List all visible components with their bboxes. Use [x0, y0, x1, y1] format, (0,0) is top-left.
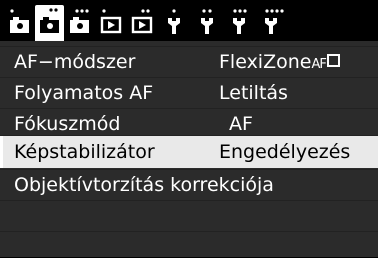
- menu-panel: AF−módszer FlexiZoneAF Folyamatos AF Let…: [0, 41, 378, 257]
- menu-item-value: AF: [229, 113, 253, 135]
- wrench-setup-icon: [168, 9, 180, 34]
- tab-setup-4[interactable]: [262, 6, 286, 40]
- tab-setup-1[interactable]: [165, 6, 185, 40]
- wrench-setup-icon: [233, 9, 247, 34]
- menu-item-value: Letiltás: [219, 82, 288, 104]
- tab-setup-3[interactable]: [230, 6, 252, 40]
- wrench-setup-icon: [265, 9, 284, 34]
- menu-item-lens-distortion-correction[interactable]: Objektívtorzítás korrekciója: [0, 169, 378, 201]
- tab-setup-2[interactable]: [198, 6, 218, 40]
- menu-item-label: Képstabilizátor: [14, 141, 155, 163]
- menu-item-label: Fókuszmód: [14, 113, 121, 135]
- menu-item-label: Folyamatos AF: [14, 82, 154, 104]
- tab-shooting-3[interactable]: [68, 6, 92, 40]
- camera-shooting-icon: [70, 9, 89, 33]
- playback-icon: [100, 9, 122, 34]
- menu-item-value: Engedélyezés: [219, 141, 351, 163]
- tab-playback-2[interactable]: [131, 6, 153, 40]
- camera-shooting-icon: [10, 9, 29, 33]
- menu-item-af-method[interactable]: AF−módszer FlexiZoneAF: [0, 46, 378, 78]
- menu-item-empty: [0, 200, 378, 232]
- menu-item-value: FlexiZoneAF: [219, 49, 340, 78]
- af-frame-icon: [326, 54, 340, 67]
- camera-shooting-icon: [40, 8, 59, 33]
- wrench-setup-icon: [201, 9, 213, 34]
- menu-item-empty: [0, 231, 378, 258]
- tab-shooting-2[interactable]: [35, 5, 64, 46]
- menu-item-image-stabilizer[interactable]: Képstabilizátor Engedélyezés: [0, 135, 378, 168]
- menu-item-label: Objektívtorzítás korrekciója: [14, 174, 274, 196]
- menu-item-continuous-af[interactable]: Folyamatos AF Letiltás: [0, 77, 378, 109]
- tab-playback-1[interactable]: [100, 6, 122, 40]
- tab-shooting-1[interactable]: [8, 6, 32, 40]
- menu-tab-bar: [0, 0, 378, 46]
- playback-icon: [131, 9, 153, 34]
- menu-item-label: AF−módszer: [14, 51, 136, 73]
